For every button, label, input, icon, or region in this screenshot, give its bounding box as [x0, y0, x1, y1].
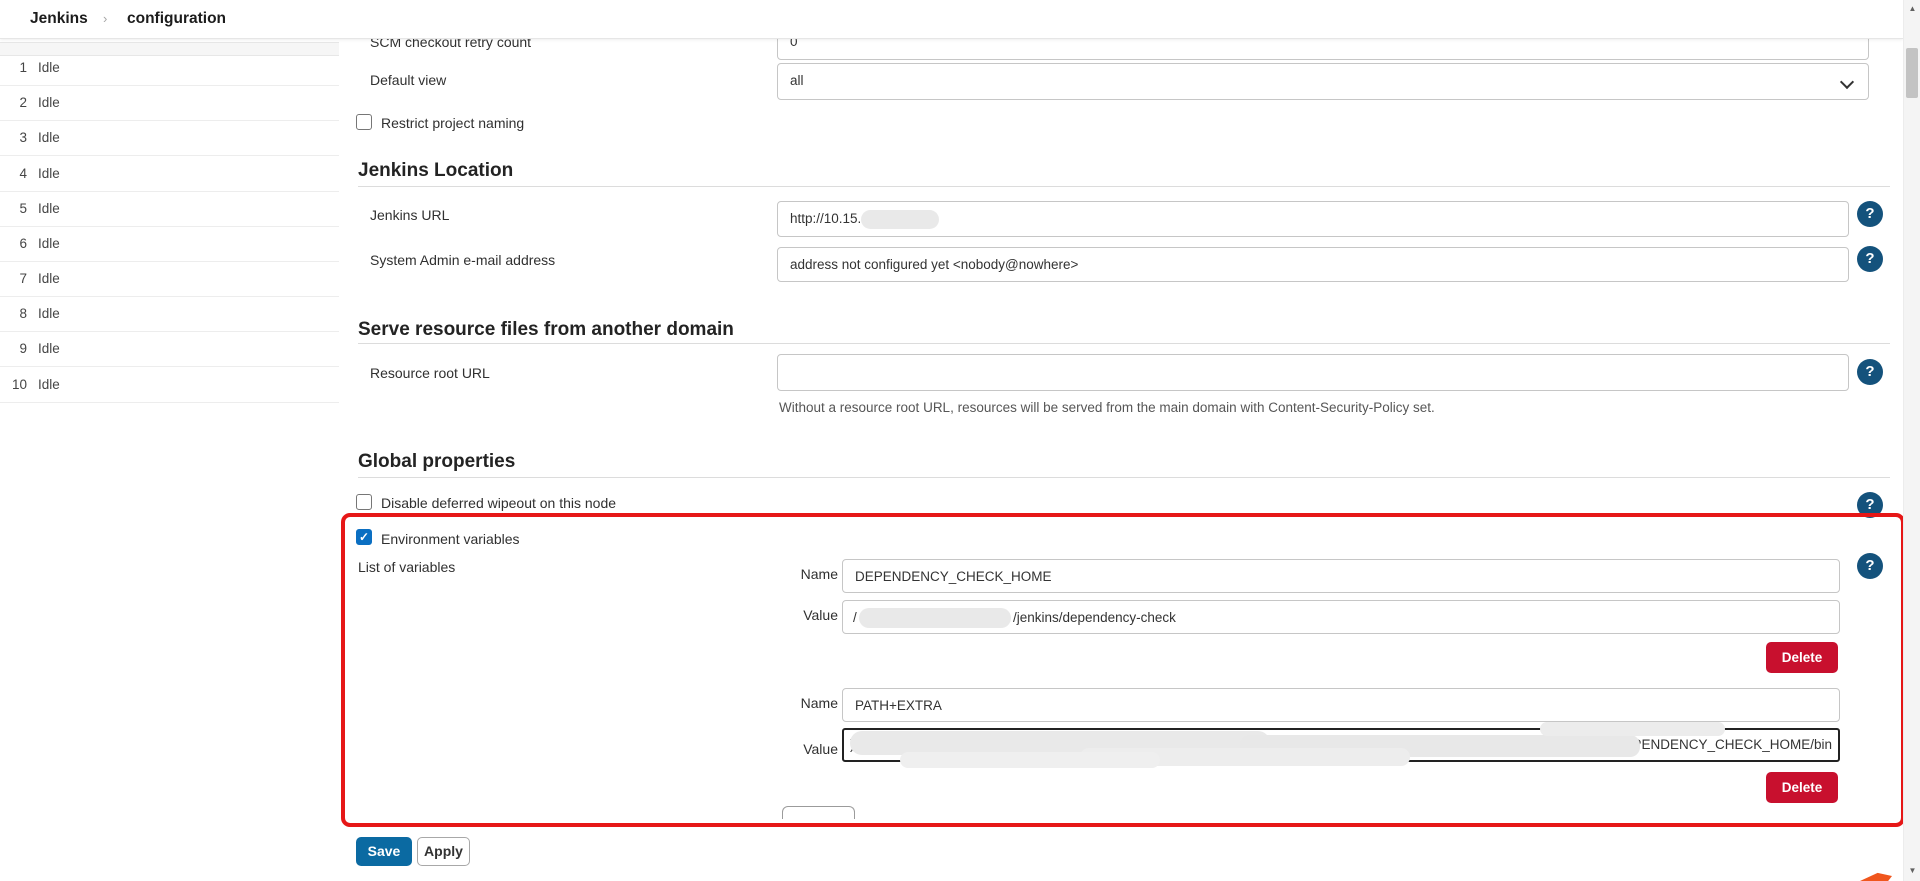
jenkins-url-label: Jenkins URL [370, 206, 449, 224]
executor-row-9[interactable]: 9Idle [0, 331, 339, 367]
resource-root-input[interactable] [777, 354, 1849, 391]
scroll-up-icon[interactable]: ▲ [1904, 4, 1920, 13]
jenkins-url-redaction [861, 210, 939, 229]
resource-root-label: Resource root URL [370, 364, 490, 382]
add-button-fragment[interactable] [782, 806, 855, 819]
executor-row-8[interactable]: 8Idle [0, 296, 339, 332]
variable-2-value-redaction [1540, 722, 1725, 736]
jenkins-location-heading: Jenkins Location [358, 159, 513, 183]
resource-root-note: Without a resource root URL, resources w… [779, 400, 1435, 415]
variable-2-value-label: Value [756, 740, 838, 758]
default-view-value: all [790, 73, 804, 88]
default-view-select[interactable]: all [777, 63, 1869, 100]
breadcrumb-jenkins[interactable]: Jenkins [30, 0, 88, 38]
breadcrumb-configuration[interactable]: configuration [127, 0, 226, 38]
variable-1-name-value: DEPENDENCY_CHECK_HOME [855, 569, 1052, 584]
variable-2-name-label: Name [756, 694, 838, 712]
variable-1-value-suffix: /jenkins/dependency-check [1013, 601, 1176, 634]
save-button[interactable]: Save [356, 837, 412, 866]
checkmark-icon: ✓ [359, 530, 369, 544]
section-divider [358, 186, 1890, 187]
executor-row-6[interactable]: 6Idle [0, 226, 339, 262]
scroll-down-icon[interactable]: ▼ [1904, 866, 1920, 875]
restrict-naming-label: Restrict project naming [381, 114, 524, 132]
jenkins-url-input[interactable]: http://10.15. [777, 201, 1849, 237]
jenkins-url-help-icon[interactable]: ? [1857, 201, 1883, 227]
scrollbar-thumb[interactable] [1906, 48, 1918, 98]
top-bar: Jenkins › configuration [0, 0, 1903, 39]
admin-email-help-icon[interactable]: ? [1857, 246, 1883, 272]
variable-1-delete-button[interactable]: Delete [1766, 642, 1838, 673]
variable-2-name-input[interactable]: PATH+EXTRA [842, 688, 1840, 722]
variable-1-value-input[interactable]: / /jenkins/dependency-check [842, 600, 1840, 634]
executor-row-10[interactable]: 10Idle [0, 367, 339, 403]
executor-row-4[interactable]: 4Idle [0, 156, 339, 192]
list-of-variables-help-icon[interactable]: ? [1857, 553, 1883, 579]
admin-email-value: address not configured yet <nobody@nowhe… [790, 257, 1078, 272]
variable-1-name-label: Name [756, 565, 838, 583]
executor-row-2[interactable]: 2Idle [0, 85, 339, 121]
disable-wipeout-help-icon[interactable]: ? [1857, 492, 1883, 518]
executor-row-5[interactable]: 5Idle [0, 191, 339, 227]
default-view-label: Default view [370, 71, 446, 89]
vertical-scrollbar[interactable]: ▲ ▼ [1903, 0, 1920, 881]
disable-wipeout-label: Disable deferred wipeout on this node [381, 494, 616, 512]
section-divider [358, 343, 1890, 344]
apply-button[interactable]: Apply [417, 837, 470, 866]
variable-1-value-label: Value [756, 606, 838, 624]
restrict-naming-checkbox[interactable] [356, 114, 372, 130]
variable-2-delete-button[interactable]: Delete [1766, 772, 1838, 803]
executor-row-7[interactable]: 7Idle [0, 261, 339, 297]
variable-1-value-redaction [859, 608, 1011, 628]
executor-row-1[interactable]: 1Idle [0, 50, 339, 86]
serve-resources-heading: Serve resource files from another domain [358, 318, 734, 342]
section-divider [358, 477, 1890, 478]
chevron-down-icon [1840, 75, 1854, 89]
executor-row-3[interactable]: 3Idle [0, 120, 339, 156]
global-properties-heading: Global properties [358, 450, 515, 474]
jenkins-configuration-page: SCM checkout retry count 0 Jenkins › con… [0, 0, 1920, 881]
variable-1-value-prefix: / [853, 601, 857, 634]
variable-1-name-input[interactable]: DEPENDENCY_CHECK_HOME [842, 559, 1840, 593]
disable-wipeout-checkbox[interactable] [356, 494, 372, 510]
breadcrumb-chevron-icon: › [103, 0, 107, 38]
admin-email-label: System Admin e-mail address [370, 251, 555, 269]
environment-variables-checkbox[interactable]: ✓ [356, 529, 372, 545]
jenkins-url-value: http://10.15. [790, 211, 861, 226]
admin-email-input[interactable]: address not configured yet <nobody@nowhe… [777, 247, 1849, 282]
variable-2-name-value: PATH+EXTRA [855, 698, 942, 713]
environment-variables-label: Environment variables [381, 530, 520, 548]
variable-2-value-redaction [900, 752, 1160, 768]
resource-root-help-icon[interactable]: ? [1857, 359, 1883, 385]
orange-cursor-fragment [1860, 872, 1892, 881]
list-of-variables-label: List of variables [358, 558, 455, 576]
